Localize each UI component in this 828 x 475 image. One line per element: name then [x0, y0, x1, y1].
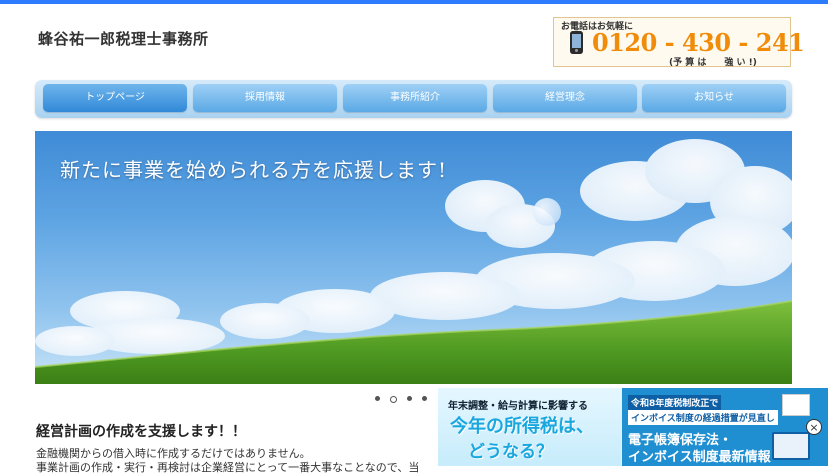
- hero-title: 新たに事業を始められる方を応援します!: [60, 158, 448, 182]
- nav-item-philosophy[interactable]: 経営理念: [493, 84, 637, 112]
- section-title: 経営計画の作成を支援します！！: [36, 424, 246, 440]
- site-logo[interactable]: 蜂谷祐一郎税理士事務所: [38, 28, 209, 49]
- laptop-icon: [772, 432, 810, 460]
- ad-right-line2: インボイス制度の経過措置が見直し: [628, 410, 778, 425]
- mobile-phone-icon: [570, 31, 583, 54]
- ad-left-line2: 今年の所得税は、: [450, 416, 594, 437]
- slider-dot[interactable]: [422, 396, 427, 401]
- ad-right-line1: 令和8年度税制改正で: [628, 395, 722, 410]
- ad-banner[interactable]: 年末調整・給与計算に影響する 今年の所得税は、 どうなる？ 令和8年度税制改正で…: [438, 388, 828, 466]
- global-nav: トップページ 採用情報 事務所紹介 経営理念 お知らせ: [35, 80, 792, 118]
- body-text-line: 事業計画の作成・実行・再検討は企業経営にとって一番大事なことなので、当: [36, 461, 420, 474]
- nav-item-news[interactable]: お知らせ: [642, 84, 786, 112]
- ad-right-line4: インボイス制度最新情報: [628, 450, 771, 465]
- slider-pagination: [375, 396, 427, 403]
- document-icon: [782, 394, 810, 416]
- close-icon[interactable]: ×: [806, 419, 822, 435]
- nav-item-office[interactable]: 事務所紹介: [343, 84, 487, 112]
- top-accent-bar: [0, 0, 828, 4]
- nav-item-top[interactable]: トップページ: [43, 84, 187, 112]
- ad-left-panel[interactable]: 年末調整・給与計算に影響する 今年の所得税は、 どうなる？: [438, 388, 621, 466]
- hero-slider[interactable]: 新たに事業を始められる方を応援します!: [35, 131, 792, 384]
- slider-dot-active[interactable]: [390, 396, 397, 403]
- phone-note: (予 算 は 強 い !): [669, 58, 757, 68]
- ad-left-line3: どうなる？: [468, 442, 553, 462]
- slider-dot[interactable]: [407, 396, 412, 401]
- phone-contact-box: お電話はお気軽に 0120 - 430 - 241 (予 算 は 強 い !): [553, 17, 805, 68]
- ad-right-panel[interactable]: 令和8年度税制改正で インボイス制度の経過措置が見直し 電子帳簿保存法・ インボ…: [622, 388, 828, 466]
- hero-bubble: [533, 198, 561, 226]
- slider-dot[interactable]: [375, 396, 380, 401]
- nav-item-recruit[interactable]: 採用情報: [193, 84, 337, 112]
- phone-number[interactable]: 0120 - 430 - 241: [592, 28, 805, 57]
- ad-left-line1: 年末調整・給与計算に影響する: [448, 401, 588, 412]
